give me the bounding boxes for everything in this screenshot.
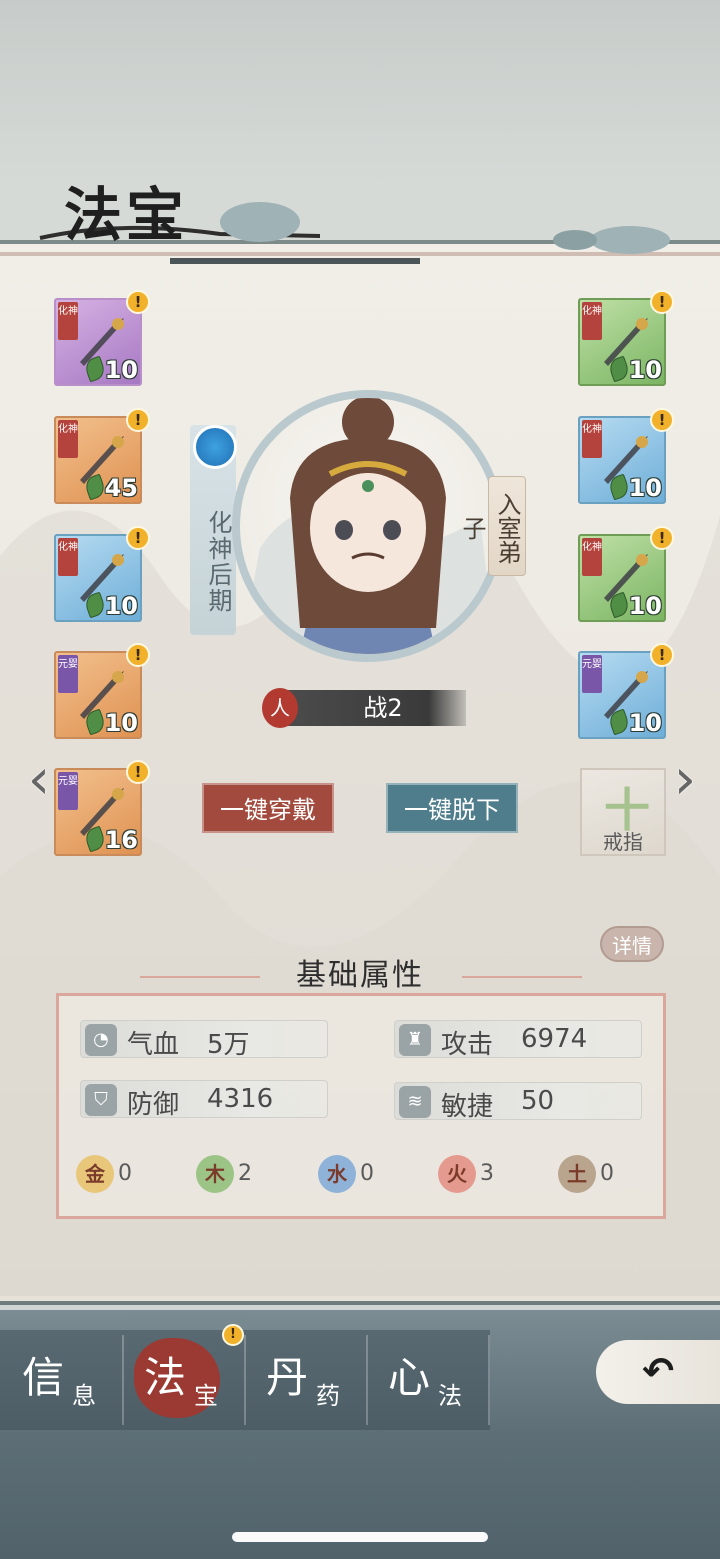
- divider: [488, 1335, 490, 1425]
- chevron-right-icon[interactable]: ›: [664, 752, 706, 808]
- stat-hp: ◔ 气血 5万: [80, 1020, 328, 1060]
- left-equipment-slot-2[interactable]: 化神 45!: [54, 408, 150, 504]
- left-equipment-slot-5[interactable]: 元婴 16!: [54, 760, 150, 856]
- tab-label-small: 宝: [194, 1382, 218, 1410]
- right-equipment-slot-1[interactable]: 化神 10!: [578, 290, 674, 386]
- stat-value: 5万: [207, 1030, 250, 1060]
- item-level: 10: [104, 592, 138, 620]
- unequip-all-button[interactable]: 一键脱下: [386, 783, 518, 833]
- right-equipment-slot-4[interactable]: 元婴 10!: [578, 643, 674, 739]
- element-count: 0: [118, 1161, 132, 1186]
- stat-attack: ♜ 攻击 6974: [394, 1020, 642, 1060]
- stat-value: 50: [521, 1086, 555, 1116]
- stat-value: 6974: [521, 1024, 588, 1054]
- item-level: 10: [104, 356, 138, 384]
- tier-badge: 化神: [58, 538, 78, 576]
- stat-name: 敏捷: [441, 1092, 494, 1122]
- stat-name: 气血: [127, 1030, 180, 1060]
- stat-defense: ⛉ 防御 4316: [80, 1080, 328, 1120]
- right-equipment-slot-2[interactable]: 化神 10!: [578, 408, 674, 504]
- element-count: 0: [360, 1161, 374, 1186]
- home-indicator[interactable]: [232, 1532, 488, 1542]
- tier-badge: 元婴: [582, 655, 602, 693]
- element-count: 3: [480, 1161, 494, 1186]
- person-icon: 人: [262, 688, 298, 728]
- rank-label: 入室弟子: [458, 476, 526, 576]
- shield-icon: ⛉: [85, 1084, 117, 1116]
- tab-pills[interactable]: 丹 药: [244, 1330, 364, 1430]
- tier-badge: 化神: [582, 538, 602, 576]
- left-equipment-slot-3[interactable]: 化神 10!: [54, 526, 150, 622]
- chevron-left-icon[interactable]: ‹: [18, 752, 60, 808]
- alert-icon: !: [126, 526, 150, 550]
- tier-badge: 化神: [58, 420, 78, 458]
- element-badge: 火: [438, 1155, 476, 1193]
- tier-badge: 化神: [582, 302, 602, 340]
- tab-label-small: 息: [72, 1382, 96, 1410]
- alert-icon: !: [650, 408, 674, 432]
- stat-agility: ≋ 敏捷 50: [394, 1082, 642, 1122]
- left-equipment-slot-4[interactable]: 元婴 10!: [54, 643, 150, 739]
- element-badge: 金: [76, 1155, 114, 1193]
- element-count: 0: [600, 1161, 614, 1186]
- alert-icon: !: [126, 643, 150, 667]
- tier-badge: 元婴: [58, 655, 78, 693]
- tab-treasure[interactable]: 法 宝: [122, 1330, 242, 1430]
- equip-all-button[interactable]: 一键穿戴: [202, 783, 334, 833]
- stat-value: 4316: [207, 1084, 274, 1114]
- swirl-icon[interactable]: [193, 425, 237, 469]
- item-level: 10: [628, 592, 662, 620]
- alert-icon: !: [222, 1324, 244, 1346]
- attack-icon: ♜: [399, 1024, 431, 1056]
- page-title: 法宝: [64, 181, 189, 249]
- tier-badge: 化神: [582, 420, 602, 458]
- item-level: 16: [104, 826, 138, 854]
- element-badge: 土: [558, 1155, 596, 1193]
- item-level: 45: [104, 474, 138, 502]
- alert-icon: !: [650, 290, 674, 314]
- wind-icon: ≋: [399, 1086, 431, 1118]
- alert-icon: !: [126, 290, 150, 314]
- alert-icon: !: [650, 643, 674, 667]
- tier-badge: 元婴: [58, 772, 78, 810]
- power-rating: 战2: [280, 690, 466, 726]
- tab-label: 心: [388, 1353, 431, 1402]
- item-level: 10: [628, 356, 662, 384]
- blood-icon: ◔: [85, 1024, 117, 1056]
- alert-icon: !: [126, 760, 150, 784]
- stat-name: 防御: [127, 1090, 180, 1120]
- tab-label-small: 法: [438, 1382, 462, 1410]
- right-equipment-slot-3[interactable]: 化神 10!: [578, 526, 674, 622]
- tab-label: 信: [22, 1353, 65, 1402]
- item-level: 10: [628, 474, 662, 502]
- element-badge: 水: [318, 1155, 356, 1193]
- stat-name: 攻击: [441, 1030, 494, 1060]
- ring-slot-label: 戒指: [603, 830, 643, 854]
- tab-label: 丹: [266, 1353, 309, 1402]
- back-button[interactable]: ↶: [596, 1340, 720, 1404]
- alert-icon: !: [126, 408, 150, 432]
- left-equipment-slot-1[interactable]: 化神 10!: [54, 290, 150, 386]
- tab-label-small: 药: [316, 1382, 340, 1410]
- item-level: 10: [628, 709, 662, 737]
- ring-slot[interactable]: 十 戒指: [580, 768, 666, 856]
- tab-label: 法: [144, 1353, 187, 1402]
- tab-method[interactable]: 心 法: [366, 1330, 486, 1430]
- item-level: 10: [104, 709, 138, 737]
- tab-info[interactable]: 信 息: [0, 1330, 120, 1430]
- alert-icon: !: [650, 526, 674, 550]
- element-count: 2: [238, 1161, 252, 1186]
- attributes-title: 基础属性: [296, 958, 424, 993]
- tier-badge: 化神: [58, 302, 78, 340]
- element-badge: 木: [196, 1155, 234, 1193]
